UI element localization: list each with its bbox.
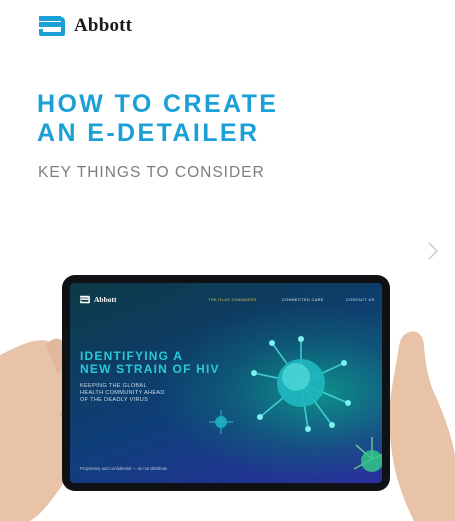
right-hand-image bbox=[384, 331, 455, 521]
abbott-logo[interactable]: Abbott bbox=[37, 14, 132, 38]
tablet-screen: Abbott THE GLAS CHANGERS CONNECTED CARE … bbox=[70, 283, 382, 483]
abbott-logo-icon bbox=[80, 295, 90, 304]
abbott-logo-icon bbox=[39, 16, 65, 36]
tablet-headline: IDENTIFYING A NEW STRAIN OF HIV bbox=[80, 350, 220, 376]
virus-illustration-corner bbox=[353, 437, 382, 472]
title-line-2: AN E-DETAILER bbox=[37, 119, 260, 147]
tablet-nav-item-game-changers[interactable]: THE GLAS CHANGERS bbox=[208, 297, 257, 302]
tablet-nav-item-contact-us[interactable]: CONTACT US bbox=[346, 297, 375, 302]
chevron-right-icon[interactable] bbox=[424, 240, 442, 262]
page-subtitle: KEY THINGS TO CONSIDER bbox=[38, 164, 265, 181]
tablet-headline-line-2: NEW STRAIN OF HIV bbox=[80, 362, 220, 376]
tablet-device: Abbott THE GLAS CHANGERS CONNECTED CARE … bbox=[62, 275, 390, 491]
tablet-sub-line-2: HEALTH COMMUNITY AHEAD bbox=[80, 390, 165, 396]
tablet-sub-line-1: KEEPING THE GLOBAL bbox=[80, 383, 147, 389]
tablet-sub-line-3: OF THE DEADLY VIRUS bbox=[80, 397, 149, 403]
tablet-subheadline: KEEPING THE GLOBAL HEALTH COMMUNITY AHEA… bbox=[80, 383, 165, 404]
tablet-nav-item-connected-care[interactable]: CONNECTED CARE bbox=[282, 297, 324, 302]
virus-illustration-small bbox=[209, 410, 233, 434]
title-line-1: HOW TO CREATE bbox=[37, 90, 279, 118]
tablet-footer-text: Proprietary and confidential — do not di… bbox=[80, 466, 168, 471]
virus-illustration-large bbox=[251, 336, 351, 432]
brand-name: Abbott bbox=[74, 15, 133, 36]
tablet-abbott-logo[interactable]: Abbott bbox=[79, 295, 117, 304]
tablet-headline-line-1: IDENTIFYING A bbox=[80, 349, 184, 363]
page-title: HOW TO CREATE AN E-DETAILER bbox=[37, 90, 278, 148]
tablet-brand-name: Abbott bbox=[94, 295, 117, 304]
